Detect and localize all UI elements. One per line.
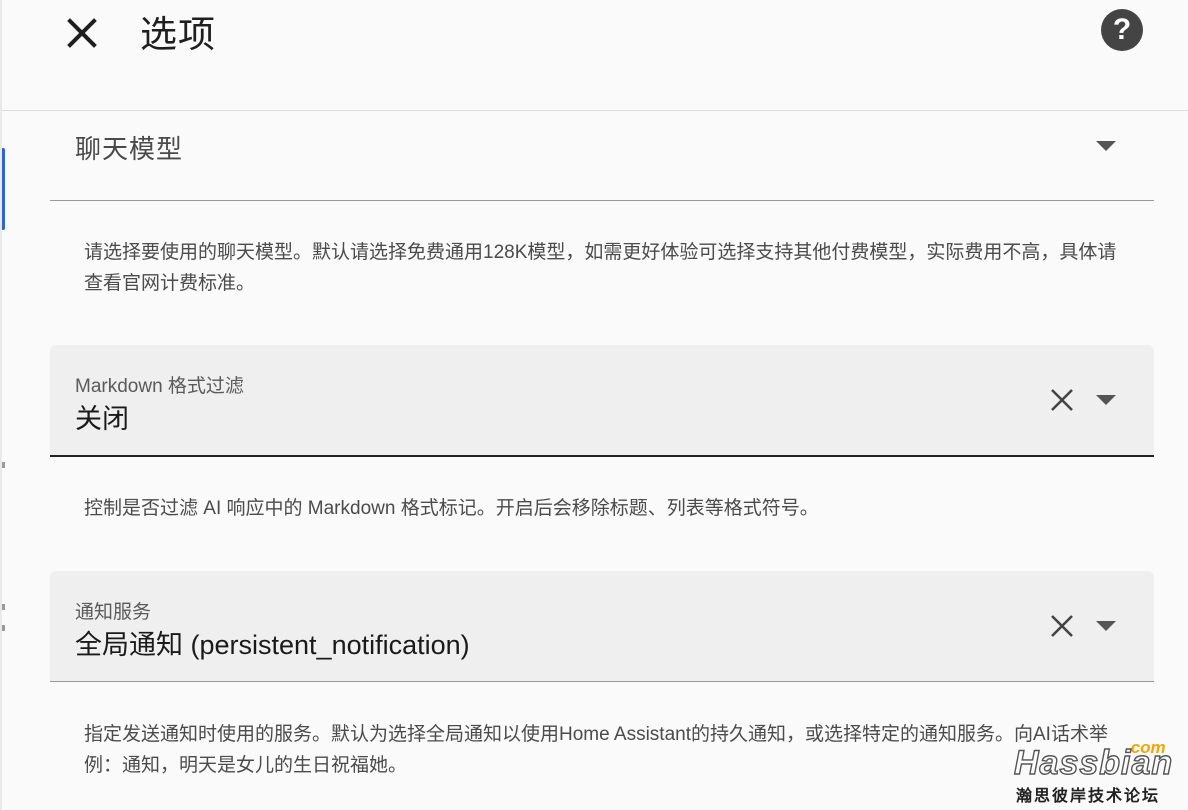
help-button[interactable]: ? — [1101, 9, 1143, 51]
notification-service-select[interactable]: 通知服务 全局通知 (persistent_notification) — [50, 571, 1154, 682]
notification-service-helper-text: 指定发送通知时使用的服务。默认为选择全局通知以使用Home Assistant的… — [84, 724, 1108, 776]
clear-icon — [1051, 389, 1073, 411]
markdown-filter-label: Markdown 格式过滤 — [75, 376, 244, 397]
markdown-filter-select[interactable]: Markdown 格式过滤 关闭 — [50, 345, 1154, 457]
clear-icon — [1051, 615, 1073, 637]
markdown-filter-value: 关闭 — [75, 404, 129, 434]
notification-service-value: 全局通知 (persistent_notification) — [75, 630, 470, 660]
close-icon — [67, 18, 97, 48]
dialog-title: 选项 — [140, 14, 216, 55]
close-button[interactable] — [60, 8, 104, 52]
markdown-filter-helper-text: 控制是否过滤 AI 响应中的 Markdown 格式标记。开启后会移除标题、列表… — [84, 498, 819, 519]
watermark-subtitle: 瀚思彼岸技术论坛 — [1016, 788, 1161, 805]
notification-service-label: 通知服务 — [75, 602, 152, 623]
options-dialog: 选项 ? 聊天模型 请选择要使用的聊天模型。默认请选择免费通用128K模型，如需… — [2, 0, 1188, 810]
help-circle-icon: ? — [1112, 13, 1132, 46]
clear-button[interactable] — [1048, 612, 1076, 640]
left-edge-accent — [2, 148, 5, 230]
dialog-header: 选项 ? — [2, 0, 1188, 111]
chevron-down-icon[interactable] — [1096, 621, 1116, 631]
chat-model-select[interactable]: 聊天模型 — [50, 112, 1154, 201]
left-edge-tick — [2, 604, 5, 610]
left-edge-tick — [2, 462, 5, 468]
chevron-down-icon[interactable] — [1096, 395, 1116, 405]
clear-button[interactable] — [1048, 386, 1076, 414]
chat-model-label: 聊天模型 — [75, 134, 184, 164]
chat-model-helper-text: 请选择要使用的聊天模型。默认请选择免费通用128K模型，如需更好体验可选择支持其… — [84, 242, 1117, 294]
chevron-down-icon[interactable] — [1096, 141, 1116, 151]
watermark-brand: Hassbian — [1013, 743, 1174, 782]
hassbian-watermark: .com Hassbian 瀚思彼岸技术论坛 — [1013, 738, 1174, 805]
left-edge-tick — [2, 625, 5, 631]
